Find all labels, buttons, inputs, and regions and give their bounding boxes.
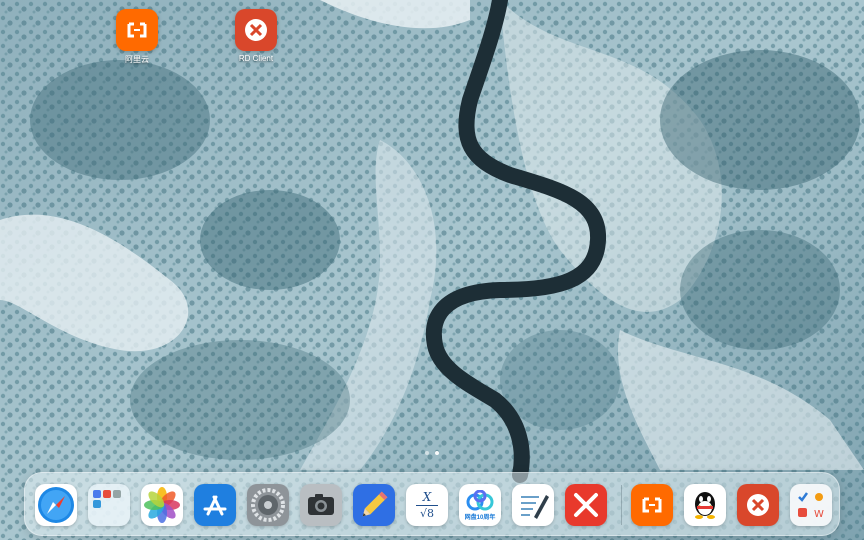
page-dot-active xyxy=(435,451,439,455)
dock-app-photos[interactable] xyxy=(141,484,183,526)
wallpaper xyxy=(0,0,864,540)
dock-app-baidu-netdisk[interactable]: 网盘10周年 xyxy=(459,484,501,526)
dock-app-aliyun[interactable] xyxy=(631,484,673,526)
math-divider xyxy=(416,504,438,506)
dock-app-pencil[interactable] xyxy=(353,484,395,526)
rd-client-icon xyxy=(235,9,277,51)
dock-app-notes[interactable] xyxy=(512,484,554,526)
safari-icon xyxy=(38,487,74,523)
dock-app-app-store[interactable] xyxy=(194,484,236,526)
dock: X √8 网盘10周年 W xyxy=(24,472,840,536)
math-glyph-bottom: √8 xyxy=(419,506,434,520)
notes-icon xyxy=(521,495,549,519)
netdisk-badge-text: 网盘10周年 xyxy=(464,514,496,521)
photos-icon xyxy=(144,487,180,523)
dock-app-settings[interactable] xyxy=(247,484,289,526)
dock-app-folder[interactable] xyxy=(88,484,130,526)
office-x-icon xyxy=(574,493,598,517)
baidu-netdisk-icon xyxy=(466,489,494,510)
dock-app-qq[interactable] xyxy=(684,484,726,526)
home-icon-rd-client[interactable]: RD Client xyxy=(224,9,288,63)
pencil-icon xyxy=(362,491,388,517)
app-store-icon xyxy=(203,495,227,516)
rd-client-icon xyxy=(747,494,769,516)
home-icon-label: RD Client xyxy=(238,54,274,63)
settings-icon xyxy=(251,488,285,522)
dock-app-math[interactable]: X √8 xyxy=(406,484,448,526)
camera-icon xyxy=(308,494,334,515)
page-dot xyxy=(425,451,429,455)
dock-app-folder-recent[interactable]: W xyxy=(790,484,832,526)
home-icon-aliyun[interactable]: 阿里云 xyxy=(105,9,169,65)
aliyun-icon xyxy=(116,9,158,51)
qq-icon xyxy=(695,492,715,519)
home-icon-label: 阿里云 xyxy=(125,55,149,64)
dock-app-office-x[interactable] xyxy=(565,484,607,526)
dock-app-safari[interactable] xyxy=(35,484,77,526)
folder-icon xyxy=(93,490,121,508)
math-glyph-top: X xyxy=(422,489,432,504)
dock-divider xyxy=(621,485,622,525)
svg-text:W: W xyxy=(814,509,824,520)
dock-app-rd-client[interactable] xyxy=(737,484,779,526)
dock-app-camera[interactable] xyxy=(300,484,342,526)
app-folder-icon: W xyxy=(798,492,824,520)
page-indicator[interactable] xyxy=(0,451,864,455)
aliyun-icon xyxy=(642,497,662,513)
